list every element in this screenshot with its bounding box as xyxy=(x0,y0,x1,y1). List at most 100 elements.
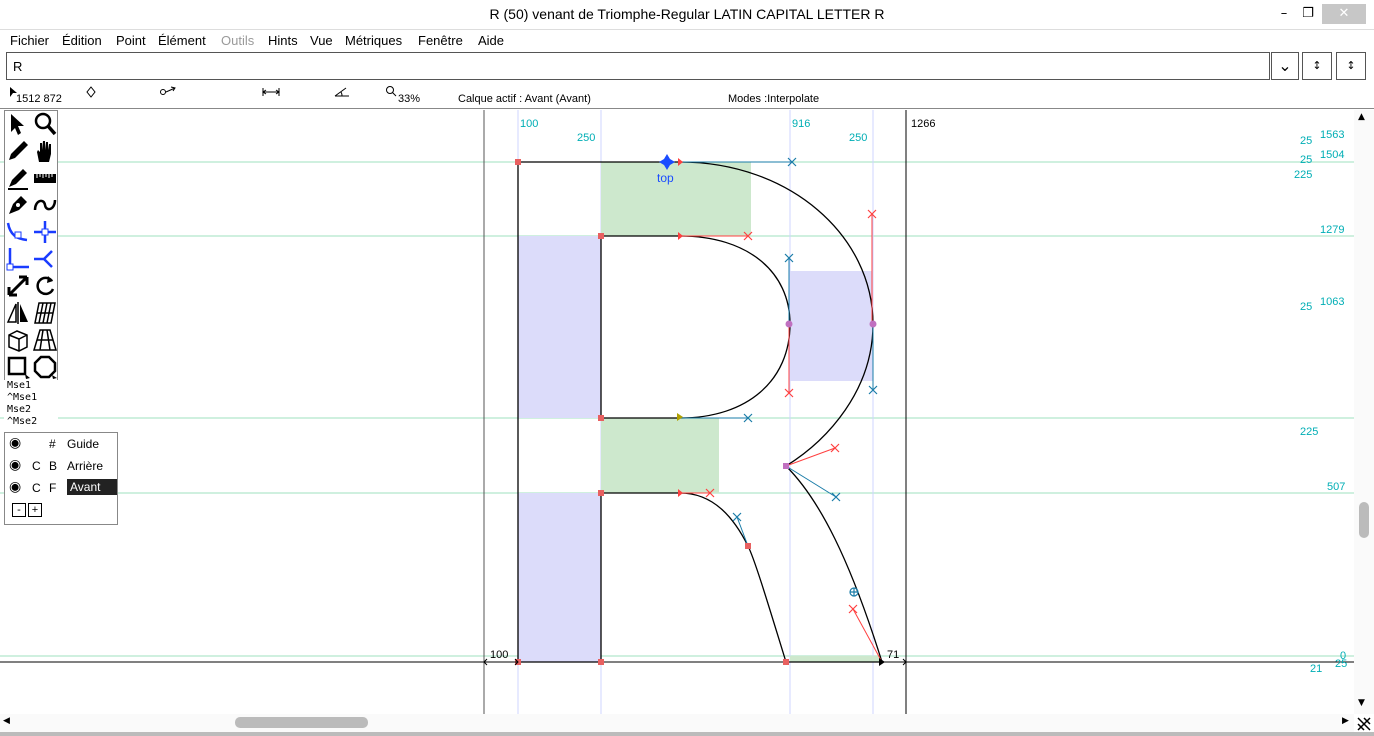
menu-metriques[interactable]: Métriques xyxy=(345,33,402,48)
perspective-icon xyxy=(32,329,58,351)
cursor-coords: 1512 872 xyxy=(16,93,62,105)
layer-flag-b: F xyxy=(49,481,57,495)
rectangle-tool[interactable] xyxy=(5,354,31,380)
layer-name[interactable]: Guide xyxy=(67,437,99,451)
corner-point-tool[interactable] xyxy=(5,246,31,272)
nib-icon xyxy=(9,196,27,214)
ruler-tool[interactable] xyxy=(32,165,58,191)
horizontal-scroll-thumb[interactable] xyxy=(235,717,368,728)
menu-outils[interactable]: Outils xyxy=(221,33,254,48)
zoom-level: 33% xyxy=(398,93,421,105)
layer-flag-c: C xyxy=(32,459,41,473)
glyph-dropdown-button[interactable]: ⌄ xyxy=(1271,52,1299,80)
rectangle-icon xyxy=(7,356,30,379)
eye-icon[interactable]: ◉ xyxy=(9,456,21,473)
spiro-tool[interactable] xyxy=(32,192,58,218)
rsb-value: 71 xyxy=(887,649,899,661)
layer-name[interactable]: Avant xyxy=(67,479,117,495)
control-handles[interactable] xyxy=(680,161,883,663)
skew-icon xyxy=(34,302,56,324)
metric-bowl-width: 250 xyxy=(849,132,867,144)
title-bar: R (50) venant de Triomphe-Regular LATIN … xyxy=(0,0,1374,30)
metric-r0-left: 25 xyxy=(1300,135,1312,147)
tangent-point-tool[interactable] xyxy=(32,246,58,272)
layer-row-avant[interactable]: ◉ C F Avant xyxy=(5,477,117,499)
pointer-tool[interactable] xyxy=(5,111,31,137)
horizontal-scrollbar[interactable]: ◀ ▶ xyxy=(0,714,1354,732)
flip-tool[interactable] xyxy=(5,300,31,326)
taskbar-edge xyxy=(0,732,1374,736)
delta-icon xyxy=(160,86,176,95)
mouse-hint-4: ^Mse2 xyxy=(7,416,38,427)
minimize-button[interactable]: – xyxy=(1274,4,1294,24)
window-title: R (50) venant de Triomphe-Regular LATIN … xyxy=(489,6,885,22)
next-glyph-button[interactable]: ↕ xyxy=(1336,52,1366,80)
maximize-button[interactable]: ❐ xyxy=(1298,4,1318,24)
layer-flag-b: # xyxy=(49,437,56,451)
glyph-input[interactable] xyxy=(6,52,1270,80)
mouse-hint-3: Mse2 xyxy=(7,404,32,415)
eye-icon[interactable]: ◉ xyxy=(9,478,21,495)
layer-row-guide[interactable]: ◉ # Guide xyxy=(5,433,117,455)
metric-r0-right: 1563 xyxy=(1320,129,1344,141)
layer-name[interactable]: Arrière xyxy=(67,459,103,473)
close-button[interactable]: ✕ xyxy=(1322,4,1366,24)
menu-aide[interactable]: Aide xyxy=(478,33,504,48)
pencil-icon xyxy=(9,141,28,160)
remove-layer-button[interactable]: - xyxy=(12,503,26,517)
horizontal-guides xyxy=(0,161,1354,663)
add-layer-button[interactable]: + xyxy=(28,503,42,517)
magnify-icon xyxy=(34,112,57,136)
vertical-scrollbar[interactable]: ▲ ▼ xyxy=(1354,110,1374,714)
info-bar: 1512 872 33% Calque actif : Avant (Avant… xyxy=(0,83,1374,109)
curve-point-tool[interactable] xyxy=(5,219,31,245)
pointer-icon xyxy=(11,114,24,135)
scroll-up-icon[interactable]: ▲ xyxy=(1358,112,1365,122)
angle-icon xyxy=(334,87,349,97)
hv-point-tool[interactable] xyxy=(32,219,58,245)
modes-label: Modes :Interpolate xyxy=(728,93,820,105)
scroll-right-icon[interactable]: ▶ xyxy=(1342,716,1349,726)
eye-icon[interactable]: ◉ xyxy=(9,434,21,451)
metric-r5-left: 225 xyxy=(1300,426,1318,438)
skew-tool[interactable] xyxy=(32,300,58,326)
layers-panel: ◉ # Guide ◉ C B Arrière ◉ C F Avant - + xyxy=(4,432,118,525)
prev-glyph-button[interactable]: ↕ xyxy=(1302,52,1332,80)
menu-element[interactable]: Élément xyxy=(158,33,206,48)
menu-fichier[interactable]: Fichier xyxy=(10,33,49,48)
glyph-canvas[interactable]: top 100 250 916 250 1266 25 1563 25 1504… xyxy=(0,110,1354,714)
hand-tool[interactable] xyxy=(32,138,58,164)
layer-row-arriere[interactable]: ◉ C B Arrière xyxy=(5,455,117,477)
menu-edition[interactable]: Édition xyxy=(62,33,102,48)
pencil-tool[interactable] xyxy=(5,138,31,164)
vertical-scroll-thumb[interactable] xyxy=(1359,502,1369,538)
metric-r4-left: 25 xyxy=(1300,301,1312,313)
ruler-icon xyxy=(34,174,56,183)
flip-icon xyxy=(6,302,28,324)
lsb-value: 100 xyxy=(490,649,508,661)
menu-hints[interactable]: Hints xyxy=(268,33,298,48)
pen-icon xyxy=(8,169,28,190)
metric-r6-right: 507 xyxy=(1327,481,1345,493)
scale-tool[interactable] xyxy=(5,273,31,299)
distance-icon xyxy=(262,88,280,96)
magnify-tool[interactable] xyxy=(32,111,58,137)
tangent-point-icon xyxy=(34,250,53,268)
active-layer-label: Calque actif : Avant (Avant) xyxy=(458,93,591,105)
nearest-point-icon xyxy=(86,86,96,98)
pen-tool[interactable] xyxy=(5,165,31,191)
menu-point[interactable]: Point xyxy=(116,33,146,48)
mouse-hint-2: ^Mse1 xyxy=(7,392,38,403)
scroll-left-icon[interactable]: ◀ xyxy=(3,716,10,726)
perspective-tool[interactable] xyxy=(32,327,58,353)
rotate-icon xyxy=(36,276,55,296)
scroll-down-icon[interactable]: ▼ xyxy=(1358,698,1365,708)
menu-fenetre[interactable]: Fenêtre xyxy=(418,33,463,48)
metric-lsb: 100 xyxy=(520,118,538,130)
rotate-tool[interactable] xyxy=(32,273,58,299)
metric-advance: 1266 xyxy=(911,118,935,130)
nib-tool[interactable] xyxy=(5,192,31,218)
polygon-tool[interactable] xyxy=(32,354,58,380)
menu-vue[interactable]: Vue xyxy=(310,33,333,48)
3d-rotate-tool[interactable] xyxy=(5,327,31,353)
